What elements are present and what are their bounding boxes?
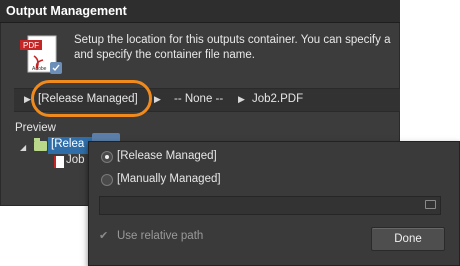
highlight-callout (31, 80, 152, 117)
pdf-file-icon: PDF Adobe (20, 35, 62, 74)
description-line-1: Setup the location for this outputs cont… (74, 34, 391, 46)
tree-root-node[interactable]: [Relea (51, 138, 84, 150)
browse-folder-icon[interactable] (425, 200, 436, 209)
release-managed-radio[interactable] (101, 151, 113, 163)
done-button[interactable]: Done (371, 227, 445, 251)
tree-expand-icon[interactable]: ◢ (20, 143, 26, 152)
release-mode-popup: [Release Managed] [Manually Managed] ✔ U… (88, 141, 460, 266)
breadcrumb-arrow-icon: ▶ (238, 94, 245, 104)
description-text: Setup the location for this outputs cont… (74, 33, 390, 63)
checkmark-icon[interactable]: ✔ (99, 229, 108, 242)
manually-managed-label[interactable]: [Manually Managed] (117, 173, 221, 185)
path-input[interactable] (99, 196, 441, 215)
pdf-small-icon (54, 156, 64, 168)
file-name-crumb[interactable]: Job2.PDF (252, 93, 303, 105)
preview-label: Preview (15, 122, 56, 134)
folder-icon (34, 138, 47, 151)
release-managed-label[interactable]: [Release Managed] (117, 150, 217, 162)
folder-crumb[interactable]: -- None -- (174, 93, 223, 105)
panel-title: Output Management (6, 4, 127, 18)
panel-title-bar: Output Management (0, 0, 400, 23)
pdf-badge-text: PDF (23, 41, 39, 50)
manually-managed-radio[interactable] (101, 174, 113, 186)
description-line-2: and specify the container file name. (74, 49, 255, 61)
tree-child-node[interactable]: Job (66, 154, 85, 166)
breadcrumb-arrow-icon: ▶ (24, 94, 31, 104)
breadcrumb-arrow-icon: ▶ (154, 94, 161, 104)
relative-path-label: Use relative path (117, 230, 204, 242)
pdf-brand-text: Adobe (32, 66, 47, 72)
